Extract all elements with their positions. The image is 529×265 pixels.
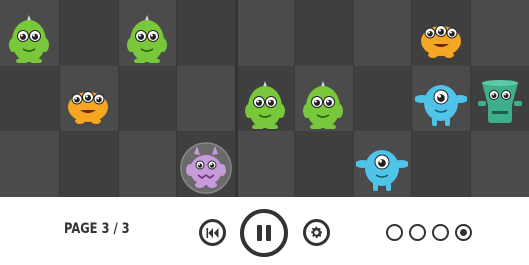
column-divider bbox=[470, 0, 472, 197]
teal-robot-monster[interactable] bbox=[474, 77, 526, 129]
grid-cell[interactable] bbox=[0, 65, 60, 132]
page-dot[interactable] bbox=[409, 224, 426, 241]
control-bar: PAGE 3 / 3 bbox=[0, 197, 529, 265]
page-indicator-label: PAGE 3 / 3 bbox=[64, 221, 130, 237]
pause-icon bbox=[257, 225, 271, 241]
pause-button[interactable] bbox=[240, 209, 288, 257]
grid-cell[interactable] bbox=[352, 65, 412, 132]
grid-cell[interactable] bbox=[293, 131, 354, 198]
green-horn-monster[interactable] bbox=[3, 11, 55, 64]
page-dot[interactable] bbox=[432, 224, 449, 241]
settings-button[interactable] bbox=[303, 219, 330, 246]
grid-cell[interactable] bbox=[176, 0, 236, 67]
green-horn-monster[interactable] bbox=[239, 77, 291, 130]
green-horn-monster[interactable] bbox=[297, 77, 349, 130]
blue-cyclops-icon bbox=[355, 150, 410, 192]
monster-grid[interactable] bbox=[0, 0, 529, 198]
grid-cell[interactable] bbox=[470, 131, 529, 198]
grid-cell[interactable] bbox=[235, 0, 295, 67]
grid-cell[interactable] bbox=[470, 0, 529, 67]
blue-cyclops-monster[interactable] bbox=[355, 142, 410, 194]
column-divider bbox=[411, 0, 413, 197]
green-horn-monster[interactable] bbox=[121, 11, 173, 64]
grid-cell[interactable] bbox=[58, 0, 119, 67]
green-horn-icon bbox=[303, 80, 344, 130]
grid-cell[interactable] bbox=[411, 131, 471, 198]
green-horn-icon bbox=[244, 80, 285, 130]
grid-cell[interactable] bbox=[117, 65, 177, 132]
green-horn-icon bbox=[9, 14, 50, 64]
orange-fuzzy-monster[interactable] bbox=[62, 77, 114, 129]
gear-icon bbox=[311, 226, 323, 238]
grid-cell[interactable] bbox=[176, 65, 236, 132]
blue-cyclops-icon bbox=[413, 84, 468, 126]
grid-cell[interactable] bbox=[0, 131, 60, 198]
teal-robot-icon bbox=[477, 79, 522, 123]
pink-furry-selected-icon bbox=[179, 142, 232, 194]
rewind-icon bbox=[206, 227, 218, 238]
orange-fuzzy-icon bbox=[420, 24, 461, 58]
pink-furry-selected-monster[interactable] bbox=[179, 142, 232, 194]
column-divider bbox=[58, 0, 60, 197]
grid-cell[interactable] bbox=[352, 0, 412, 67]
green-horn-icon bbox=[126, 14, 167, 64]
grid-cell[interactable] bbox=[293, 0, 354, 67]
column-divider bbox=[293, 0, 295, 197]
grid-cell[interactable] bbox=[235, 131, 295, 198]
grid-cell[interactable] bbox=[58, 131, 119, 198]
column-divider bbox=[176, 0, 178, 197]
rewind-button[interactable] bbox=[199, 219, 226, 246]
blue-cyclops-monster[interactable] bbox=[413, 77, 468, 129]
orange-fuzzy-monster[interactable] bbox=[415, 11, 467, 63]
column-divider bbox=[117, 0, 119, 197]
grid-cell[interactable] bbox=[117, 131, 177, 198]
page-dot[interactable] bbox=[386, 224, 403, 241]
game-screen: PAGE 3 / 3 bbox=[0, 0, 529, 265]
column-divider bbox=[352, 0, 354, 197]
orange-fuzzy-icon bbox=[68, 90, 109, 124]
page-dot-active[interactable] bbox=[455, 224, 472, 241]
